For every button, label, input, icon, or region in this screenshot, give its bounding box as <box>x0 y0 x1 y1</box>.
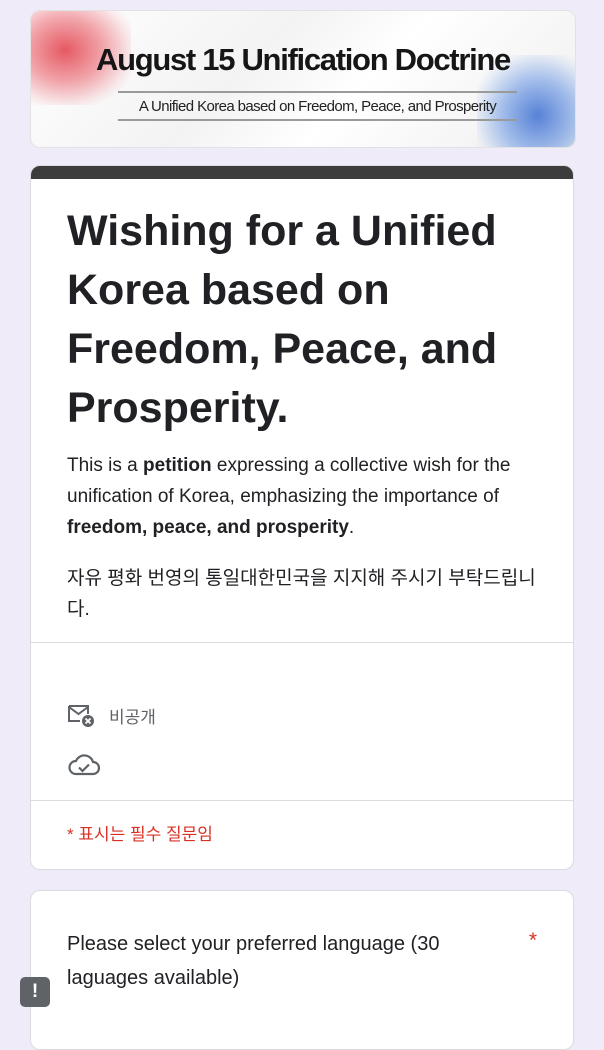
description-text-1: This is a <box>67 455 144 476</box>
header-banner: August 15 Unification Doctrine A Unified… <box>30 10 576 148</box>
question-card[interactable]: Please select your preferred language (3… <box>30 890 574 1050</box>
divider <box>31 800 573 801</box>
description-bold-2: freedom, peace, and prosperity <box>67 517 349 538</box>
exclamation-icon: ! <box>31 981 39 1002</box>
banner-subtitle: A Unified Korea based on Freedom, Peace,… <box>118 91 517 121</box>
privacy-label: 비공개 <box>109 707 156 727</box>
description-text-3: . <box>348 517 355 538</box>
banner-title: August 15 Unification Doctrine <box>96 42 511 77</box>
cloud-save-row <box>67 752 101 778</box>
description-bold-1: petition <box>143 455 212 476</box>
report-feedback-button[interactable]: ! <box>20 977 50 1007</box>
privacy-row: 비공개 <box>67 702 156 728</box>
divider <box>31 642 573 643</box>
required-asterisk: * <box>528 929 537 952</box>
form-header-card: Wishing for a Unified Korea based on Fre… <box>30 165 574 870</box>
form-description-korean: 자유 평화 번영의 통일대한민국을 지지해 주시기 부탁드립니다. <box>67 568 536 620</box>
question-title: Please select your preferred language (3… <box>67 933 440 989</box>
form-description: This is a petition expressing a collecti… <box>67 450 542 543</box>
form-title: Wishing for a Unified Korea based on Fre… <box>67 207 498 432</box>
mail-off-icon <box>68 705 94 727</box>
cloud-check-icon <box>68 754 101 776</box>
required-note: * 표시는 필수 질문임 <box>67 825 213 844</box>
form-accent-bar <box>31 166 573 179</box>
